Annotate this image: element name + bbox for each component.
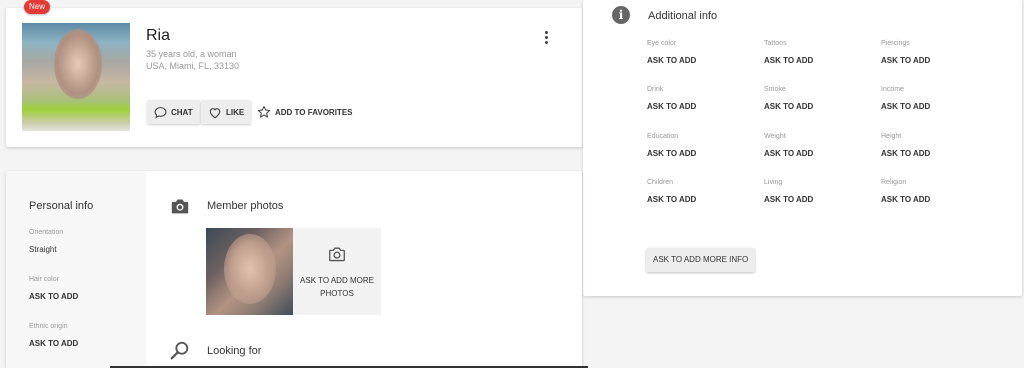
search-icon [170,341,189,360]
chat-icon [154,106,167,118]
personal-info-title: Personal info [29,200,94,212]
profile-photo[interactable] [22,23,130,131]
ask-more-photos-label: ASK TO ADD MORE PHOTOS [300,276,374,298]
attr-religion: Religion ASK TO ADD [881,179,991,204]
ask-to-add-link[interactable]: ASK TO ADD [764,56,874,65]
attr-label: Height [881,133,902,140]
ask-to-add-link[interactable]: ASK TO ADD [647,102,757,111]
attr-weight: Weight ASK TO ADD [764,133,874,158]
additional-info-title: Additional info [648,10,718,22]
attr-label: Weight [764,133,786,140]
ask-to-add-link[interactable]: ASK TO ADD [764,195,874,204]
attr-eye-color: Eye color ASK TO ADD [647,40,757,65]
ask-to-add-link[interactable]: ASK TO ADD [881,56,991,65]
orientation-label: Orientation [29,229,64,236]
chat-label: CHAT [171,107,193,117]
like-label: LIKE [226,107,245,117]
attr-label: Eye color [647,40,677,47]
new-badge: New [24,0,50,14]
additional-info-card: i Additional info Eye color ASK TO ADD T… [583,0,1022,296]
attr-income: Income ASK TO ADD [881,86,991,111]
more-options-icon[interactable] [536,28,556,48]
hair-color-label: Hair color [29,276,59,283]
attr-label: Income [881,86,904,93]
attr-label: Tattoos [764,40,787,47]
profile-name: Ria [146,27,171,44]
attr-piercings: Piercings ASK TO ADD [881,40,991,65]
ask-to-add-link[interactable]: ASK TO ADD [881,149,991,158]
camera-icon [171,199,189,214]
attr-label: Education [647,133,679,140]
ethnic-origin-ask-link[interactable]: ASK TO ADD [29,339,78,348]
attr-smoke: Smoke ASK TO ADD [764,86,874,111]
details-card: Personal info Orientation Straight Hair … [6,171,582,368]
attr-education: Education ASK TO ADD [647,133,757,158]
hair-color-ask-link[interactable]: ASK TO ADD [29,292,78,301]
favorites-label: ADD TO FAVORITES [275,107,353,117]
camera-outline-icon [329,247,345,262]
ask-to-add-link[interactable]: ASK TO ADD [881,102,991,111]
attr-tattoos: Tattoos ASK TO ADD [764,40,874,65]
personal-info-panel: Personal info Orientation Straight Hair … [6,171,146,368]
attr-drink: Drink ASK TO ADD [647,86,757,111]
ask-more-info-button[interactable]: ASK TO ADD MORE INFO [646,248,756,272]
attr-label: Religion [881,179,907,186]
like-button[interactable]: LIKE [201,100,252,124]
ask-to-add-link[interactable]: ASK TO ADD [647,149,757,158]
attr-label: Drink [647,86,664,93]
star-icon [257,105,271,118]
attr-living: Living ASK TO ADD [764,179,874,204]
ask-more-photos-button[interactable]: ASK TO ADD MORE PHOTOS [293,228,381,315]
ask-to-add-link[interactable]: ASK TO ADD [764,102,874,111]
attr-children: Children ASK TO ADD [647,179,757,204]
attr-label: Children [647,179,674,186]
attr-label: Piercings [881,40,910,47]
orientation-value: Straight [29,245,57,254]
chat-button[interactable]: CHAT [147,100,200,124]
heart-icon [209,107,221,118]
profile-age-gender: 35 years old, a woman [146,49,237,59]
looking-for-title: Looking for [207,345,262,357]
ask-to-add-link[interactable]: ASK TO ADD [881,195,991,204]
attr-label: Smoke [764,86,786,93]
info-icon: i [612,6,630,24]
member-photo[interactable] [206,228,293,315]
profile-location: USA, Miami, FL, 33130 [146,61,240,71]
ask-to-add-link[interactable]: ASK TO ADD [647,56,757,65]
profile-card: New Ria 35 years old, a woman USA, Miami… [6,0,582,147]
ask-to-add-link[interactable]: ASK TO ADD [764,149,874,158]
add-to-favorites-button[interactable]: ADD TO FAVORITES [257,100,353,124]
ask-to-add-link[interactable]: ASK TO ADD [647,195,757,204]
ethnic-origin-label: Ethnic origin [29,323,68,330]
attr-label: Living [764,179,783,186]
member-photos-title: Member photos [207,200,284,212]
attr-height: Height ASK TO ADD [881,133,991,158]
